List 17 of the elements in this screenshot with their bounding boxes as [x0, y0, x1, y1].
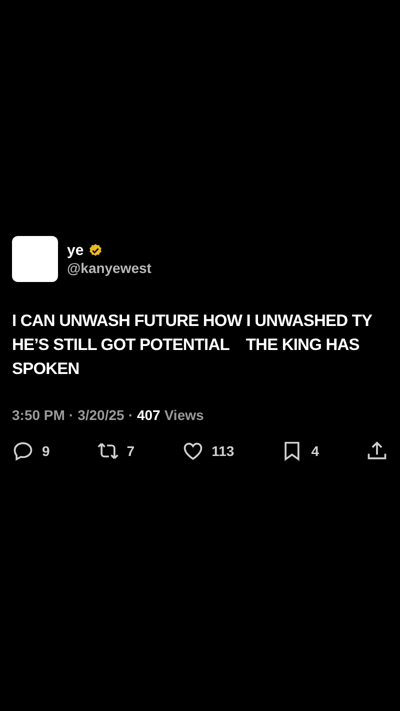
- post-time[interactable]: 3:50 PM: [12, 407, 65, 423]
- views-label: Views: [164, 407, 204, 423]
- user-handle[interactable]: @kanyewest: [67, 260, 152, 276]
- separator-dot: ·: [68, 407, 74, 423]
- post-date[interactable]: 3/20/25: [78, 407, 124, 423]
- post-text: I CAN UNWASH FUTURE HOW I UNWASHED TY HE’S STILL GOT POTENTIAL THE KING HAS SPOKEN: [12, 311, 374, 380]
- action-count: 4: [311, 443, 319, 459]
- action-count: 113: [212, 443, 234, 459]
- heart-icon[interactable]: [182, 440, 204, 462]
- reply-icon[interactable]: [12, 440, 34, 462]
- view-count: 407: [136, 407, 160, 423]
- share-icon[interactable]: [366, 440, 388, 462]
- separator-dot: ·: [128, 407, 133, 423]
- repost-icon[interactable]: [96, 440, 119, 462]
- action-count: 9: [42, 443, 50, 459]
- action-count: 7: [126, 443, 135, 459]
- display-name[interactable]: ye: [67, 242, 84, 259]
